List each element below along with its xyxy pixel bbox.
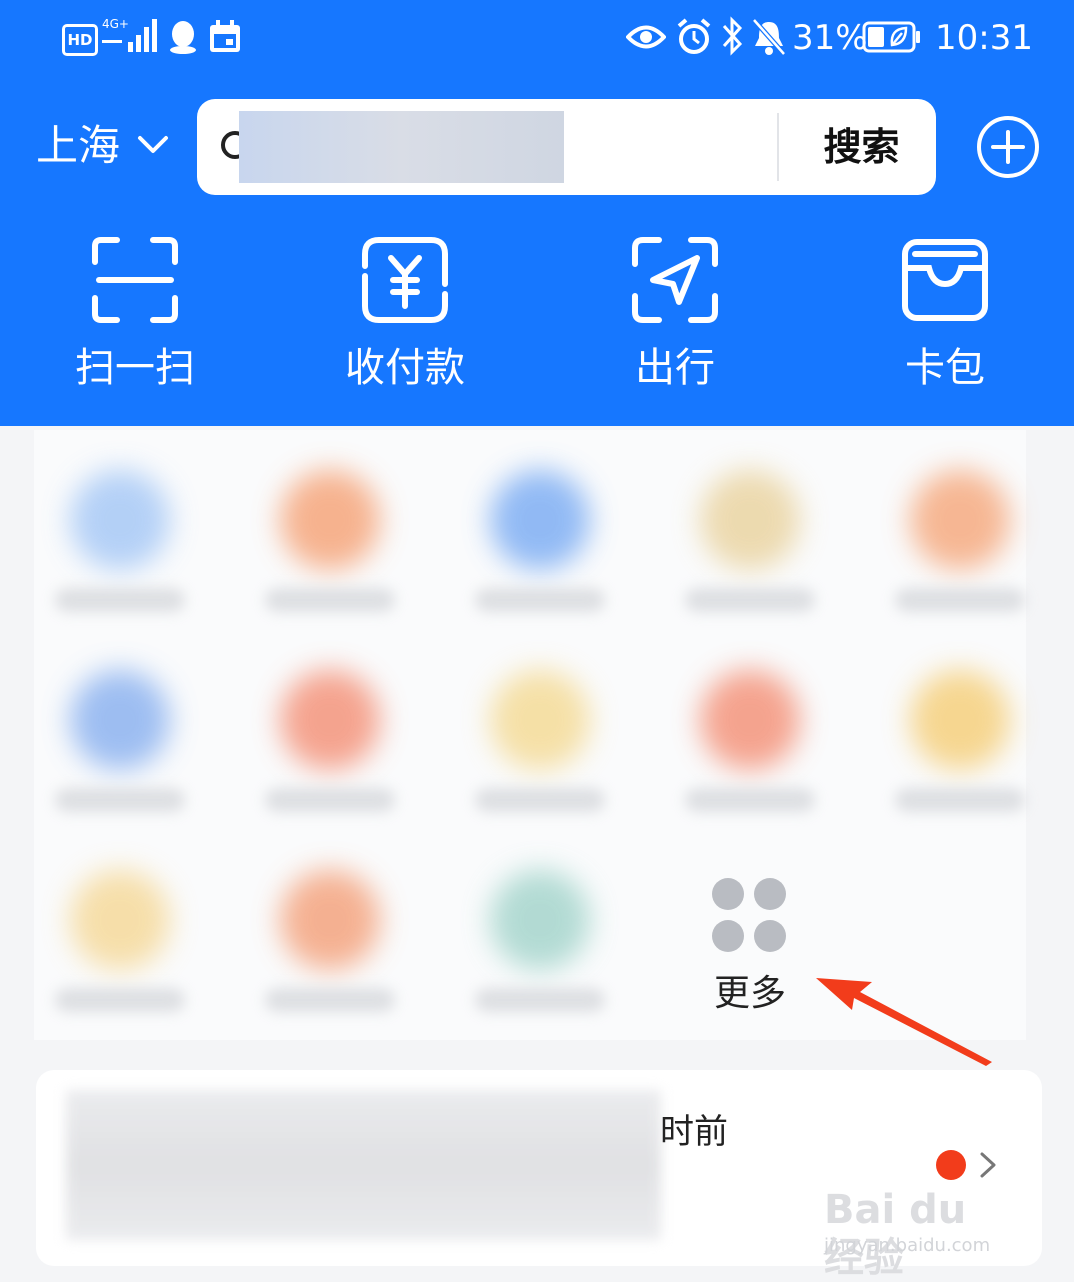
app-shortcut[interactable]	[885, 450, 1035, 612]
app-icon	[910, 670, 1010, 770]
app-label-blurred	[55, 588, 185, 612]
watermark-url: jingyan.baidu.com	[824, 1235, 991, 1256]
add-icon[interactable]	[975, 114, 1041, 180]
card-wallet-icon	[902, 239, 988, 321]
app-label-blurred	[265, 988, 395, 1012]
chevron-right-icon[interactable]	[974, 1150, 1002, 1180]
app-icon	[280, 470, 380, 570]
payment-label: 收付款	[345, 345, 465, 391]
pointer-arrow-annotation	[816, 978, 992, 1066]
notice-content-blurred	[66, 1090, 661, 1240]
scan-action[interactable]: 扫一扫	[40, 234, 230, 394]
app-shortcut[interactable]	[255, 450, 405, 612]
city-selector[interactable]: 上海	[36, 118, 120, 174]
hd-badge: HD	[62, 24, 98, 56]
scan-icon	[92, 237, 178, 323]
app-icon	[700, 670, 800, 770]
payment-action[interactable]: 收付款	[310, 234, 500, 394]
app-label-blurred	[265, 588, 395, 612]
app-label-blurred	[895, 588, 1025, 612]
app-label-blurred	[265, 788, 395, 812]
app-icon	[280, 870, 380, 970]
qq-icon	[170, 21, 196, 54]
network-label: 4G+	[102, 17, 129, 31]
signal-icon: 4G+	[102, 17, 157, 52]
app-shortcut[interactable]	[675, 450, 825, 612]
card-wallet-action[interactable]: 卡包	[850, 234, 1040, 394]
app-icon	[490, 670, 590, 770]
app-shortcut[interactable]	[45, 850, 195, 1012]
search-divider	[777, 113, 779, 181]
app-label-blurred	[55, 788, 185, 812]
unread-dot	[936, 1150, 966, 1180]
watermark: Bai du 经验 jingyan.baidu.com	[820, 1186, 1020, 1281]
app-label-blurred	[55, 988, 185, 1012]
app-shortcut[interactable]	[885, 650, 1035, 812]
app-label-blurred	[475, 788, 605, 812]
app-shortcut[interactable]	[45, 650, 195, 812]
bluetooth-icon	[722, 16, 743, 56]
more-button[interactable]: 更多	[690, 870, 810, 1020]
app-label-blurred	[685, 788, 815, 812]
travel-icon	[632, 237, 718, 323]
battery-icon	[862, 21, 920, 53]
card-wallet-label: 卡包	[905, 345, 985, 391]
app-label-blurred	[685, 588, 815, 612]
app-label-blurred	[895, 788, 1025, 812]
alarm-icon	[677, 18, 711, 54]
app-icon	[490, 870, 590, 970]
app-icon	[280, 670, 380, 770]
search-button[interactable]: 搜索	[787, 99, 936, 195]
more-label: 更多	[713, 973, 786, 1014]
eye-icon	[626, 25, 666, 49]
battery-percent: 31%	[792, 18, 868, 58]
app-shortcut[interactable]	[465, 850, 615, 1012]
more-grid-icon	[712, 878, 786, 952]
app-label-blurred	[475, 988, 605, 1012]
app-icon	[70, 470, 170, 570]
app-shortcut[interactable]	[45, 450, 195, 612]
payment-icon	[362, 237, 448, 323]
app-icon	[70, 870, 170, 970]
notice-time: 时前	[660, 1112, 728, 1152]
app-label-blurred	[475, 588, 605, 612]
app-shortcut[interactable]	[675, 650, 825, 812]
search-bar[interactable]: 搜索	[197, 99, 936, 195]
app-icon	[70, 670, 170, 770]
scan-label: 扫一扫	[75, 345, 195, 391]
chevron-down-icon[interactable]	[136, 128, 170, 162]
travel-label: 出行	[635, 345, 715, 391]
travel-action[interactable]: 出行	[580, 234, 770, 394]
app-icon	[490, 470, 590, 570]
calendar-icon	[210, 20, 240, 52]
app-shortcut[interactable]	[465, 450, 615, 612]
app-icon	[700, 470, 800, 570]
app-shortcut[interactable]	[255, 650, 405, 812]
clock: 10:31	[935, 18, 1033, 58]
app-shortcut[interactable]	[255, 850, 405, 1012]
app-shortcut[interactable]	[465, 650, 615, 812]
status-bar: HD 4G+ 31% 10:31	[0, 0, 1074, 80]
top-header: HD 4G+ 31% 10:31 上海 搜索 扫一扫 收付款 出行 卡包	[0, 0, 1074, 426]
app-icon	[910, 470, 1010, 570]
search-input[interactable]	[239, 111, 564, 183]
bell-muted-icon	[752, 18, 786, 56]
